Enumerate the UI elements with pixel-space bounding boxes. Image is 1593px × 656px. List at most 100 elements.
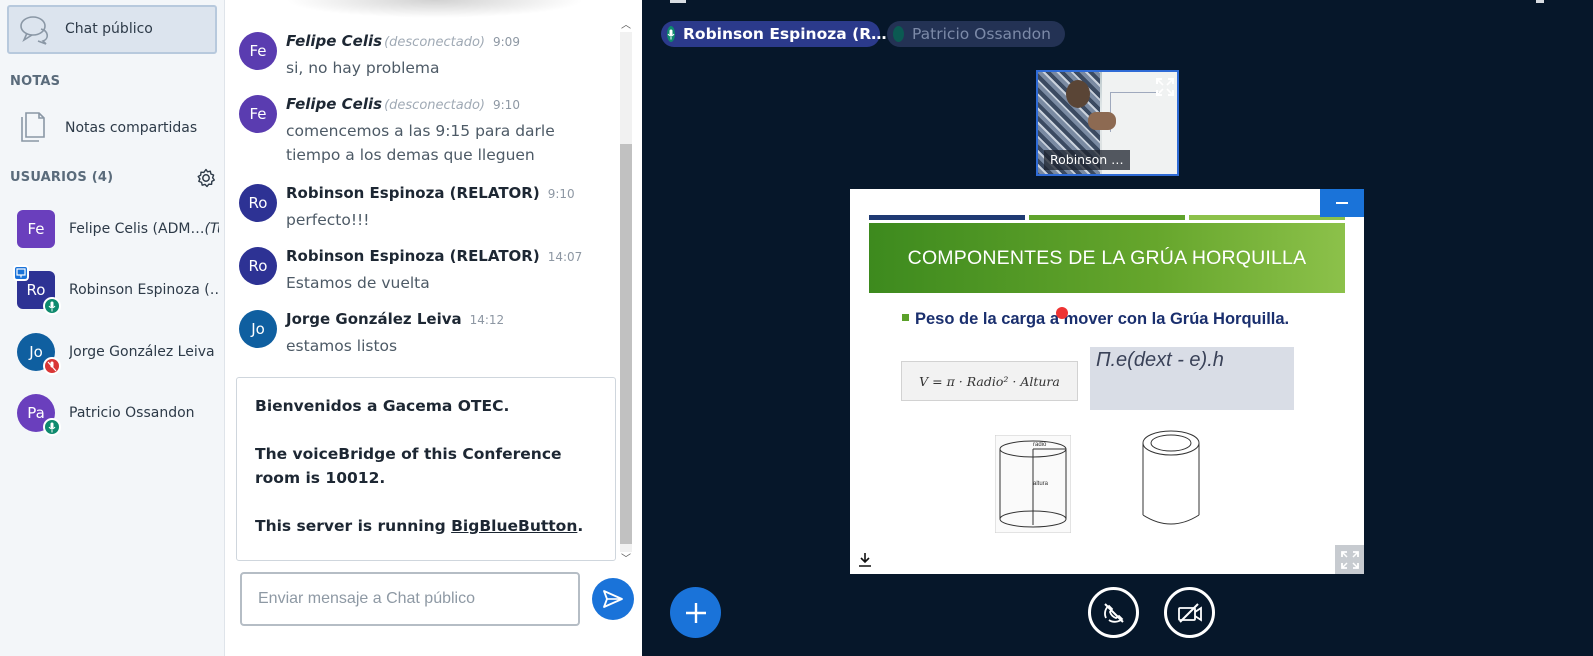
scroll-up-icon[interactable]: ︿ (620, 20, 632, 32)
message-header: Robinson Espinoza (RELATOR) 9:10 (286, 184, 575, 202)
fullscreen-button[interactable] (1335, 545, 1364, 574)
download-icon[interactable] (856, 551, 874, 569)
mic-icon (43, 418, 61, 436)
message-text: perfecto!!! (286, 211, 370, 229)
sender-name: Robinson Espinoza (RELATOR) (286, 184, 540, 202)
scroll-down-icon[interactable]: ﹀ (620, 554, 632, 566)
user-name: Felipe Celis (ADM…(Tu) (69, 221, 219, 237)
public-chat-panel: Fe Felipe Celis (desconectado) 9:09 si, no… (225, 0, 642, 656)
user-name: Patricio Ossandon (69, 405, 195, 421)
notes-icon (21, 112, 45, 142)
notes-section-title: NOTAS (10, 74, 61, 89)
video-user-name: Robinson … (1044, 150, 1130, 170)
message-header: Robinson Espinoza (RELATOR) 14:07 (286, 247, 582, 265)
sidebar-item-shared-notes[interactable]: Notas compartidas (7, 105, 217, 151)
sender-name: Felipe Celis (286, 95, 383, 113)
avatar: Fe (17, 210, 55, 248)
video-whiteboard (1110, 92, 1160, 132)
presenter-icon (13, 265, 29, 281)
video-person-head (1066, 80, 1090, 108)
leave-audio-button[interactable] (1088, 587, 1139, 638)
cylinder-diagram: radio altura (995, 435, 1071, 533)
voicebridge-line: The voiceBridge of this Conference room … (255, 445, 562, 487)
slide-formula: V = π · Radio² · Altura (901, 361, 1078, 401)
avatar: Jo (239, 310, 277, 348)
message-time: 9:10 (493, 98, 520, 112)
talker-name: Robinson Espinoza (R… (683, 25, 887, 43)
hollow-cylinder-diagram (1142, 430, 1200, 525)
message-time: 9:09 (493, 35, 520, 49)
cylinder-label-radius: radio (1033, 442, 1047, 448)
talking-indicator[interactable]: Robinson Espinoza (R… (661, 21, 887, 47)
avatar: Ro (239, 247, 277, 285)
presentation-area: Robinson Espinoza (R… Patricio Ossandon … (642, 0, 1593, 656)
user-name: Jorge González Leiva (69, 344, 215, 360)
offline-status: (desconectado) (384, 35, 485, 50)
slide-bullet: Peso de la carga a mover con la Grúa Hor… (902, 310, 1289, 329)
cylinder-label-height: altura (1033, 481, 1049, 487)
avatar: Fe (239, 95, 277, 133)
fullscreen-icon[interactable] (1155, 77, 1175, 97)
mic-icon (43, 297, 61, 315)
send-button[interactable] (592, 578, 634, 620)
message-header: Felipe Celis (desconectado) 9:10 (286, 95, 520, 113)
sidebar-item-label: Chat público (65, 21, 153, 37)
actions-plus-button[interactable] (670, 587, 721, 638)
talker-name: Patricio Ossandon (912, 25, 1051, 43)
mic-icon (893, 26, 905, 42)
audio-off-icon (1103, 602, 1124, 623)
user-list-sidebar: Chat público NOTAS Notas compartidas USU… (0, 0, 225, 656)
plus-icon (685, 602, 706, 623)
pointer-cursor (1056, 307, 1068, 319)
sender-name: Robinson Espinoza (RELATOR) (286, 247, 540, 265)
slide-annotation: Π.e(dext - e).h (1090, 347, 1294, 410)
slide-strip (1029, 215, 1185, 220)
send-icon (603, 590, 623, 608)
user-list-item[interactable]: Fe Felipe Celis (ADM…(Tu) (0, 208, 225, 264)
sidebar-item-public-chat[interactable]: Chat público (7, 5, 217, 54)
sender-name: Jorge González Leiva (286, 310, 462, 328)
avatar: Ro (239, 184, 277, 222)
bullet-icon (902, 314, 909, 322)
presentation-slide: COMPONENTES DE LA GRÚA HORQUILLA Peso de… (850, 189, 1364, 574)
message-text: estamos listos (286, 337, 398, 355)
user-name: Robinson Espinoza (… (69, 282, 219, 298)
user-list-item[interactable]: Pa Patricio Ossandon (0, 392, 225, 448)
bigbluebutton-link[interactable]: BigBlueButton (451, 517, 577, 535)
video-person-arm (1088, 112, 1116, 130)
sidebar-item-label: Notas compartidas (65, 120, 198, 136)
options-icon[interactable] (1536, 0, 1544, 3)
user-list-item[interactable]: Jo Jorge González Leiva (0, 331, 225, 387)
user-list-item[interactable]: Ro Robinson Espinoza (… (0, 265, 225, 325)
mic-muted-icon (43, 357, 61, 375)
webcam-video-tile[interactable]: Robinson … (1036, 70, 1179, 176)
scroll-thumb[interactable] (620, 144, 632, 544)
chat-scrollbar[interactable]: ︿ ﹀ (617, 14, 635, 570)
server-line: This server is running BigBlueButton. (255, 517, 584, 535)
offline-status: (desconectado) (384, 98, 485, 113)
gear-icon[interactable] (196, 168, 216, 188)
message-text: Estamos de vuelta (286, 274, 430, 292)
message-header: Jorge González Leiva 14:12 (286, 310, 504, 328)
share-webcam-button[interactable] (1164, 587, 1215, 638)
welcome-message: Bienvenidos a Gacema OTEC. The voiceBrid… (236, 377, 616, 561)
menu-icon[interactable] (670, 0, 686, 3)
video-off-icon (1177, 602, 1202, 623)
sender-name: Felipe Celis (286, 32, 383, 50)
message-text: si, no hay problema (286, 59, 440, 77)
message-header: Felipe Celis (desconectado) 9:09 (286, 32, 520, 50)
avatar: Fe (239, 32, 277, 70)
slide-strip (869, 215, 1025, 220)
message-time: 14:07 (547, 250, 583, 264)
minimize-icon (1336, 202, 1348, 204)
chat-message-input[interactable] (240, 572, 580, 626)
mic-icon (667, 26, 675, 42)
users-section-title: USUARIOS (4) (10, 170, 114, 185)
fullscreen-icon (1340, 550, 1359, 569)
message-time: 9:10 (547, 187, 575, 201)
chat-top-shadow (285, 0, 585, 18)
minimize-presentation-button[interactable] (1320, 189, 1364, 217)
talking-indicator[interactable]: Patricio Ossandon (887, 21, 1065, 47)
chat-icon (20, 16, 49, 45)
you-label: (Tu) (204, 221, 219, 237)
